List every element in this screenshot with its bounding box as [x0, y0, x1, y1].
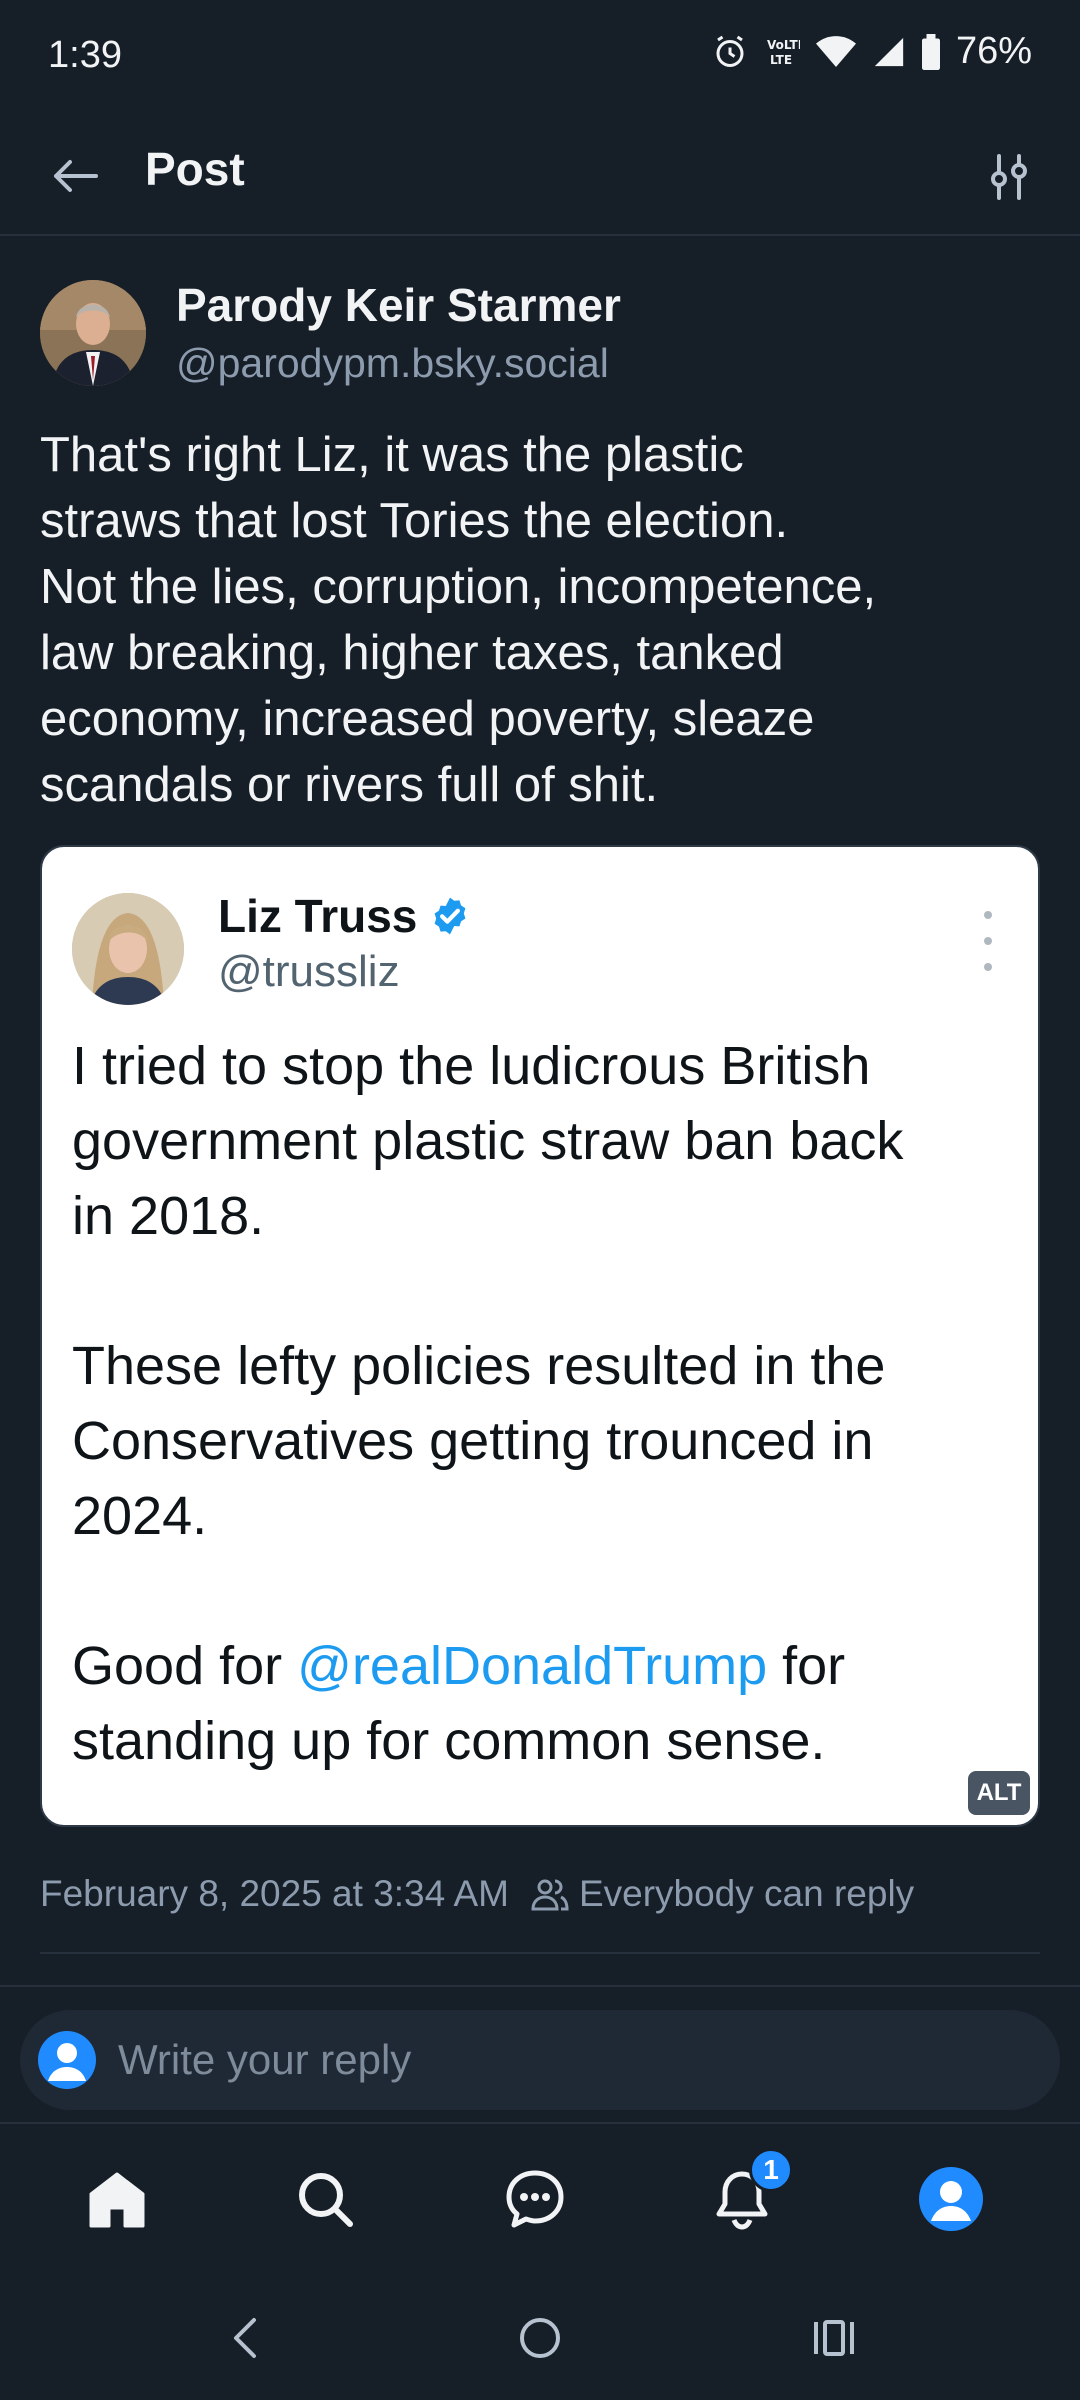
svg-text:VoLTE: VoLTE	[767, 38, 800, 52]
post-text-line: straws that lost Tories the election.	[40, 494, 789, 548]
post-timestamp: February 8, 2025 at 3:34 AM	[40, 1873, 509, 1914]
quoted-handle: @trussliz	[218, 947, 400, 996]
reply-setting: Everybody can reply	[531, 1873, 914, 1915]
embedded-image[interactable]: Liz Truss @trussliz I tried to stop the …	[40, 845, 1040, 1827]
author-handle[interactable]: @parodypm.bsky.social	[176, 340, 609, 387]
nav-chat[interactable]	[490, 2154, 580, 2244]
battery-level: 76%	[955, 30, 1032, 72]
quoted-text-line: I tried to stop the ludicrous British	[72, 1036, 871, 1096]
header: Post	[0, 118, 1080, 236]
sliders-icon	[991, 154, 1027, 200]
author-avatar[interactable]	[40, 280, 146, 386]
quoted-text-line: government plastic straw ban back	[72, 1111, 904, 1171]
nav-home[interactable]	[72, 2154, 162, 2244]
post-text: That's right Liz, it was the plastic str…	[40, 422, 1040, 818]
post-text-line: economy, increased poverty, sleaze	[40, 692, 815, 746]
divider	[40, 1952, 1040, 1954]
reply-composer[interactable]: Write your reply	[20, 2010, 1060, 2110]
post-text-line: That's right Liz, it was the plastic	[40, 428, 744, 482]
chevron-left-icon	[234, 2318, 256, 2358]
quoted-text-line: Good for @realDonaldTrump for	[72, 1629, 1022, 1704]
quoted-name-text: Liz Truss	[218, 890, 418, 942]
quoted-text-segment: for	[767, 1636, 846, 1696]
search-icon	[299, 2173, 353, 2227]
divider	[0, 1985, 1080, 1987]
system-home-button[interactable]	[500, 2298, 580, 2378]
quoted-text-line: Conservatives getting trounced in	[72, 1411, 874, 1471]
volte-icon: VoLTELTE	[767, 38, 800, 67]
status-time: 1:39	[48, 34, 122, 76]
quoted-name: Liz Truss	[218, 889, 471, 943]
user-avatar	[38, 2031, 96, 2089]
default-avatar-icon	[48, 2043, 86, 2081]
svg-text:LTE: LTE	[770, 53, 792, 67]
signal-icon	[874, 37, 904, 66]
post-meta: February 8, 2025 at 3:34 AM Everybody ca…	[40, 1873, 914, 1915]
nav-profile[interactable]	[906, 2154, 996, 2244]
system-nav-bar	[0, 2270, 1080, 2400]
bottom-nav: 1	[0, 2122, 1080, 2262]
post-text-line: Not the lies, corruption, incompetence,	[40, 560, 877, 614]
nav-notifications[interactable]: 1	[697, 2148, 793, 2244]
nav-search[interactable]	[280, 2154, 370, 2244]
system-back-button[interactable]	[205, 2298, 285, 2378]
verified-badge-icon	[434, 897, 466, 935]
author-name[interactable]: Parody Keir Starmer	[176, 278, 621, 332]
arrow-left-icon	[54, 160, 98, 192]
quoted-text-segment: Good for	[72, 1636, 298, 1696]
people-icon	[531, 1879, 569, 1911]
status-icons: VoLTELTE 76%	[712, 30, 1032, 73]
more-options-icon	[978, 911, 998, 971]
page-title: Post	[145, 143, 245, 195]
back-button[interactable]	[40, 146, 110, 206]
quoted-text-line: in 2018.	[72, 1186, 265, 1246]
author-portrait	[40, 280, 146, 386]
reply-setting-label: Everybody can reply	[578, 1873, 915, 1914]
quoted-text-line: These lefty policies resulted in the	[72, 1336, 886, 1396]
battery-icon	[921, 33, 940, 70]
post-text-line: scandals or rivers full of shit.	[40, 758, 659, 812]
quoted-portrait	[72, 893, 184, 1005]
quoted-text-line: 2024.	[72, 1486, 208, 1546]
chat-icon	[506, 2170, 564, 2228]
home-icon	[89, 2172, 145, 2228]
notification-badge: 1	[749, 2148, 793, 2192]
circle-icon	[520, 2318, 560, 2358]
quoted-text: I tried to stop the ludicrous British go…	[72, 1029, 1022, 1779]
settings-button[interactable]	[974, 144, 1044, 210]
quoted-mention: @realDonaldTrump	[297, 1636, 768, 1696]
wifi-icon	[815, 35, 856, 67]
quoted-avatar	[72, 893, 184, 1005]
system-recents-button[interactable]	[794, 2298, 874, 2378]
recents-icon	[814, 2320, 854, 2356]
alarm-icon	[716, 35, 744, 67]
alt-text-badge[interactable]: ALT	[968, 1771, 1030, 1815]
profile-avatar-icon	[919, 2167, 983, 2231]
quoted-text-line: standing up for common sense.	[72, 1711, 826, 1771]
post-text-line: law breaking, higher taxes, tanked	[40, 626, 784, 680]
reply-input[interactable]: Write your reply	[118, 2036, 411, 2084]
